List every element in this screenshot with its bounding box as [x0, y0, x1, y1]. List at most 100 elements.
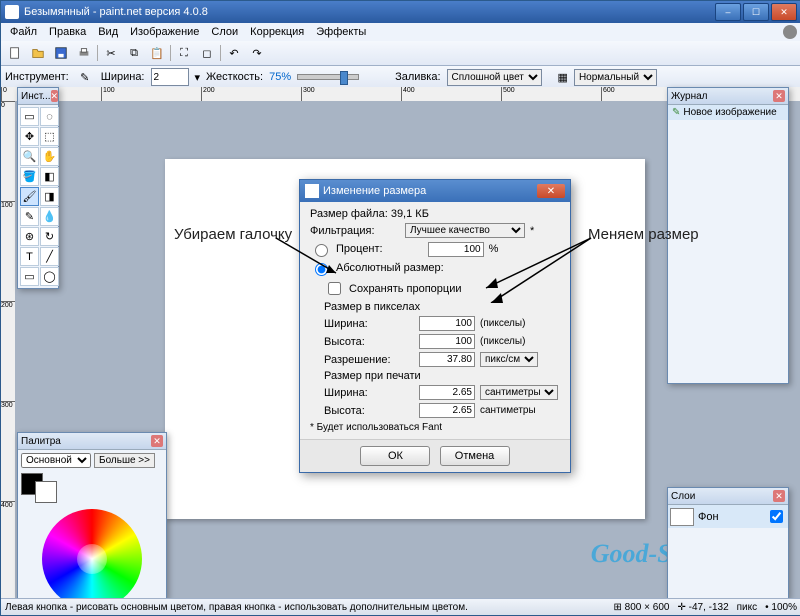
tools-panel: Инст...✕ ▭ ◌ ✥ ⬚ 🔍 ✋ 🪣 ◧ 🖌 ◨ ✎ 💧 ⊛ ↻ T ╱… [17, 87, 59, 289]
percent-radio[interactable] [315, 244, 328, 257]
status-coords: ✛ -47, -132 [677, 602, 728, 613]
close-icon[interactable]: ✕ [51, 90, 59, 102]
new-icon[interactable] [5, 43, 25, 63]
tool-text[interactable]: T [20, 247, 39, 266]
paste-icon[interactable]: 📋 [147, 43, 167, 63]
options-bar: Инструмент: ✎ Ширина: ▾ Жесткость: 75% З… [1, 66, 800, 89]
layers-panel-title: Слои [671, 491, 695, 502]
colors-panel: Палитра✕ Основной Больше >> [17, 432, 167, 599]
tool-rect-select[interactable]: ▭ [20, 107, 39, 126]
tool-picker[interactable]: 💧 [40, 207, 59, 226]
dialog-close-button[interactable]: ✕ [537, 184, 565, 198]
history-item[interactable]: ✎Новое изображение [668, 105, 788, 120]
save-icon[interactable] [51, 43, 71, 63]
pwidth-input[interactable] [419, 385, 475, 400]
height-input[interactable] [419, 334, 475, 349]
tool-ellipse[interactable]: ◯ [40, 267, 59, 286]
tool-gradient[interactable]: ◧ [40, 167, 59, 186]
brush-width-input[interactable] [151, 68, 189, 86]
tool-fill[interactable]: 🪣 [20, 167, 39, 186]
pheight-unit: сантиметры [480, 405, 536, 416]
filter-select[interactable]: Лучшее качество [405, 223, 525, 238]
tool-pencil[interactable]: ✎ [20, 207, 39, 226]
menu-image[interactable]: Изображение [125, 25, 204, 39]
pheight-input[interactable] [419, 403, 475, 418]
absolute-radio[interactable] [315, 263, 328, 276]
close-icon[interactable]: ✕ [773, 490, 785, 502]
gear-icon[interactable] [783, 25, 797, 39]
percent-input[interactable] [428, 242, 484, 257]
annotation-left: Убираем галочку [174, 226, 292, 243]
layers-panel: Слои ✕ Фон [667, 487, 789, 599]
hardness-label: Жесткость: [206, 71, 263, 83]
cancel-button[interactable]: Отмена [440, 446, 510, 466]
tool-move[interactable]: ✥ [20, 127, 39, 146]
current-tool-icon[interactable]: ✎ [75, 67, 95, 87]
tool-brush[interactable]: 🖌 [20, 187, 39, 206]
aspect-label: Сохранять пропорции [349, 283, 462, 295]
width-input[interactable] [419, 316, 475, 331]
print-icon[interactable] [74, 43, 94, 63]
copy-icon[interactable]: ⧉ [124, 43, 144, 63]
menu-effects[interactable]: Эффекты [311, 25, 371, 39]
tool-clone[interactable]: ⊛ [20, 227, 39, 246]
tool-zoom[interactable]: 🔍 [20, 147, 39, 166]
redo-icon[interactable]: ↷ [247, 43, 267, 63]
tool-eraser[interactable]: ◨ [40, 187, 59, 206]
filter-label: Фильтрация: [310, 225, 400, 237]
resize-dialog: Изменение размера ✕ Размер файла: 39,1 К… [299, 179, 571, 473]
color-mode-select[interactable]: Основной [21, 453, 91, 468]
annotation-right: Меняем размер [588, 226, 699, 243]
history-panel-title: Журнал [671, 91, 708, 102]
cut-icon[interactable]: ✂ [101, 43, 121, 63]
app-window: Безымянный - paint.net версия 4.0.8 – ☐ … [0, 0, 800, 616]
tool-pan[interactable]: ✋ [40, 147, 59, 166]
statusbar: Левая кнопка - рисовать основным цветом,… [1, 598, 800, 615]
app-icon [5, 5, 19, 19]
menu-layers[interactable]: Слои [206, 25, 243, 39]
color-wheel[interactable] [42, 509, 142, 609]
fill-select[interactable]: Сплошной цвет [447, 69, 542, 86]
close-icon[interactable]: ✕ [151, 435, 163, 447]
titlebar: Безымянный - paint.net версия 4.0.8 – ☐ … [1, 1, 800, 23]
hardness-slider[interactable] [297, 74, 359, 80]
footnote: * Будет использоваться Fant [310, 422, 560, 433]
layer-item[interactable]: Фон [668, 505, 788, 528]
aspect-checkbox[interactable] [328, 282, 341, 295]
menu-adjust[interactable]: Коррекция [245, 25, 309, 39]
minimize-button[interactable]: – [715, 3, 741, 21]
deselect-icon[interactable]: ◻ [197, 43, 217, 63]
layer-thumb [670, 508, 694, 526]
close-button[interactable]: ✕ [771, 3, 797, 21]
res-unit-select[interactable]: пикс/см [480, 352, 538, 367]
tool-rect[interactable]: ▭ [20, 267, 39, 286]
dialog-icon [305, 184, 319, 198]
maximize-button[interactable]: ☐ [743, 3, 769, 21]
filesize-text: Размер файла: 39,1 КБ [310, 208, 560, 220]
undo-icon[interactable]: ↶ [224, 43, 244, 63]
menu-edit[interactable]: Правка [44, 25, 91, 39]
layer-visible-checkbox[interactable] [770, 510, 783, 523]
tool-label: Инструмент: [5, 71, 69, 83]
tool-recolor[interactable]: ↻ [40, 227, 59, 246]
status-unit: пикс [737, 602, 758, 613]
secondary-swatch[interactable] [35, 481, 57, 503]
menu-file[interactable]: Файл [5, 25, 42, 39]
tool-line[interactable]: ╱ [40, 247, 59, 266]
res-input[interactable] [419, 352, 475, 367]
open-icon[interactable] [28, 43, 48, 63]
layer-name: Фон [698, 511, 719, 523]
ok-button[interactable]: ОК [360, 446, 430, 466]
crop-icon[interactable]: ⛶ [174, 43, 194, 63]
more-button[interactable]: Больше >> [94, 453, 155, 468]
menu-view[interactable]: Вид [93, 25, 123, 39]
ruler-vertical: 0100200300400500 [1, 101, 16, 599]
status-hint: Левая кнопка - рисовать основным цветом,… [5, 602, 614, 613]
tool-move-sel[interactable]: ⬚ [40, 127, 59, 146]
close-icon[interactable]: ✕ [773, 90, 785, 102]
pwidth-unit-select[interactable]: сантиметры [480, 385, 558, 400]
absolute-label: Абсолютный размер: [336, 262, 444, 274]
height-label: Высота: [324, 336, 414, 348]
tool-lasso[interactable]: ◌ [40, 107, 59, 126]
blend-select[interactable]: Нормальный [574, 69, 657, 86]
